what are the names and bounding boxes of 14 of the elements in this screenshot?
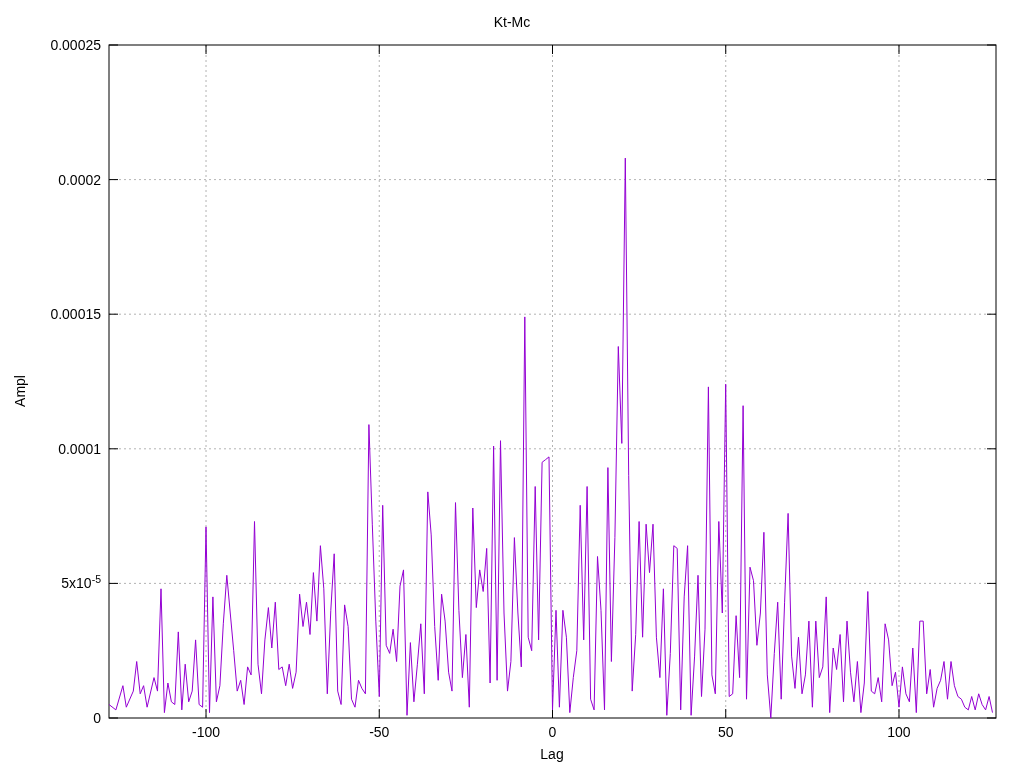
y-axis-label: Ampl bbox=[12, 374, 28, 409]
chart-title: Kt-Mc bbox=[492, 13, 532, 32]
y-tick-label: 0.00025 bbox=[49, 37, 101, 53]
x-axis-label: Lag bbox=[539, 746, 565, 762]
y-tick-label: 0.0002 bbox=[57, 171, 101, 188]
y-tick-label: 0.00015 bbox=[49, 306, 101, 323]
x-tick-label: 50 bbox=[716, 724, 735, 740]
x-tick-label: 100 bbox=[886, 724, 912, 740]
y-tick-label: 0 bbox=[92, 710, 101, 726]
x-tick-label: -50 bbox=[368, 724, 391, 740]
x-tick-label: 0 bbox=[547, 724, 558, 740]
y-tick-label: 0.0001 bbox=[57, 440, 101, 457]
x-tick-label: -100 bbox=[191, 724, 222, 740]
y-tick-label: 5x10$^{-5}$ bbox=[60, 575, 101, 592]
